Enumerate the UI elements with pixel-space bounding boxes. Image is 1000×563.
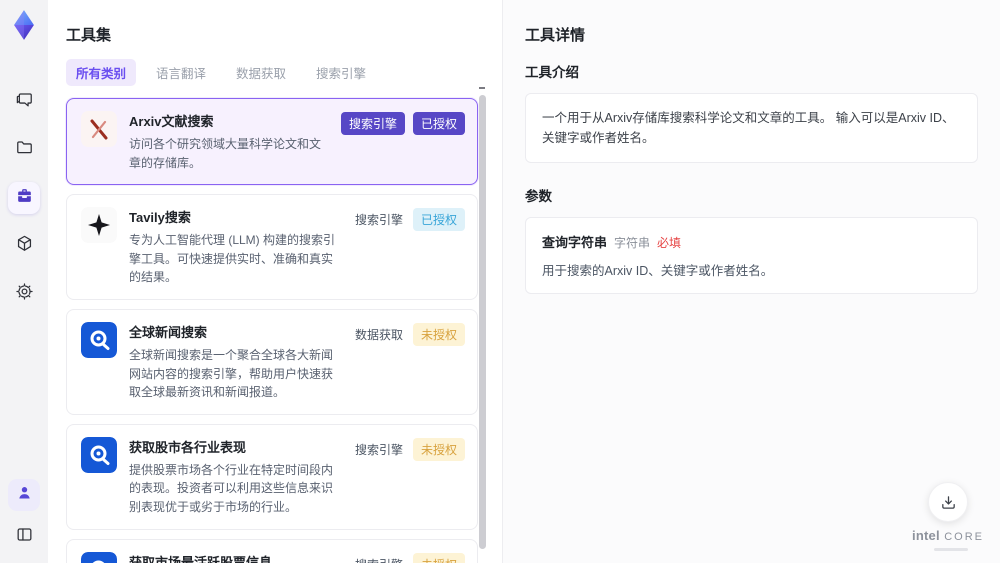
tool-row[interactable]: Tavily搜索 专为人工智能代理 (LLM) 构建的搜索引擎工具。可快速提供实…	[66, 194, 478, 300]
tool-name: 获取股市各行业表现	[129, 439, 247, 455]
category-badge: 搜索引擎	[354, 213, 403, 228]
tool-name: 获取市场最活跃股票信息	[129, 554, 273, 563]
tool-row[interactable]: 全球新闻搜索 全球新闻搜索是一个聚合全球各大新闻网站内容的搜索引擎，帮助用户快速…	[66, 308, 478, 415]
param-type: 字符串	[614, 236, 651, 250]
corner-widgets: intel CORE	[912, 482, 984, 551]
param-required-badge: 必填	[657, 236, 682, 250]
panel-icon	[15, 525, 34, 549]
tool-description: 提供股票市场各个行业在特定时间段内的表现。投资者可以利用这些信息来识别表现优于或…	[129, 462, 334, 514]
sidebar-item-panel-toggle[interactable]	[8, 521, 40, 553]
cube-icon	[15, 234, 34, 258]
tool-list: Arxiv文献搜索 访问各个研究领域大量科学论文和文章的存储库。 搜索引擎 已授…	[66, 98, 478, 563]
person-icon	[15, 483, 34, 507]
gear-icon	[15, 282, 34, 306]
category-tab[interactable]: 搜索引擎	[306, 59, 376, 86]
brand-underline	[934, 548, 969, 551]
param-name: 查询字符串	[542, 235, 608, 250]
tool-row[interactable]: 获取市场最活跃股票信息 提供当天交易量最高的股票列表，投资者可以利用这些信息来识…	[66, 538, 478, 563]
category-badge: 搜索引擎	[340, 112, 405, 135]
page-title: 工具集	[66, 27, 112, 44]
tool-row[interactable]: Arxiv文献搜索 访问各个研究领域大量科学论文和文章的存储库。 搜索引擎 已授…	[66, 98, 478, 186]
sidebar-item-files[interactable]	[8, 134, 40, 166]
sidebar-item-chat[interactable]	[8, 86, 40, 118]
rail-nav	[8, 86, 40, 310]
tool-detail-panel: 工具详情 工具介绍 一个用于从Arxiv存储库搜索科学论文和文章的工具。 输入可…	[502, 0, 1000, 563]
app-logo-icon	[7, 8, 41, 42]
category-tab[interactable]: 语言翻译	[146, 59, 216, 86]
scrollbar[interactable]	[479, 95, 486, 549]
folder-icon	[15, 138, 34, 162]
auth-status-badge: 未授权	[412, 437, 465, 461]
category-badge: 搜索引擎	[353, 553, 405, 563]
param-desc: 用于搜索的Arxiv ID、关键字或作者姓名。	[542, 264, 774, 278]
auth-status-badge: 已授权	[412, 208, 465, 232]
auth-status-badge: 未授权	[412, 552, 465, 563]
category-tabs: 所有类别 语言翻译 数据获取 搜索引擎	[66, 59, 478, 86]
scrollbar-thumb[interactable]	[479, 95, 486, 549]
sidebar-item-packages[interactable]	[8, 230, 40, 262]
tool-description: 全球新闻搜索是一个聚合全球各大新闻网站内容的搜索引擎，帮助用户快速获取全球最新资…	[129, 347, 334, 400]
chat-icon	[15, 90, 34, 114]
brand-intel: intel	[912, 528, 940, 543]
download-icon	[941, 495, 955, 509]
q-search-icon	[81, 321, 117, 358]
download-button[interactable]	[928, 482, 969, 522]
scrollbar-arrow[interactable]	[479, 87, 485, 89]
category-badge: 搜索引擎	[354, 442, 403, 457]
intro-box: 一个用于从Arxiv存储库搜索科学论文和文章的工具。 输入可以是Arxiv ID…	[525, 93, 978, 163]
tool-row[interactable]: 获取股市各行业表现 提供股票市场各个行业在特定时间段内的表现。投资者可以利用这些…	[66, 423, 478, 530]
toolbox-icon	[15, 186, 34, 210]
arxiv-icon	[81, 111, 117, 147]
tool-list-panel: 工具集 所有类别 语言翻译 数据获取 搜索引擎 Arxiv文献搜索 访问各个研究领域大…	[48, 0, 502, 563]
auth-status-badge: 未授权	[412, 322, 465, 346]
tool-name: Tavily搜索	[129, 210, 191, 226]
sidebar-item-profile[interactable]	[8, 479, 40, 511]
sidebar-item-toolbox[interactable]	[8, 182, 40, 214]
sidebar-item-settings[interactable]	[8, 278, 40, 310]
params-heading: 参数	[525, 189, 552, 204]
auth-status-badge: 已授权	[412, 112, 465, 135]
sparkle-icon	[81, 207, 117, 244]
q-search-icon	[81, 436, 117, 473]
param-header: 查询字符串 字符串 必填	[542, 232, 961, 251]
category-badge: 数据获取	[354, 327, 403, 342]
category-tab[interactable]: 所有类别	[66, 59, 137, 86]
param-box: 查询字符串 字符串 必填 用于搜索的Arxiv ID、关键字或作者姓名。	[525, 217, 978, 294]
intel-core-logo: intel CORE	[912, 528, 984, 551]
tool-name: Arxiv文献搜索	[129, 114, 214, 129]
left-rail	[0, 0, 48, 563]
intro-heading: 工具介绍	[525, 65, 579, 80]
intro-text: 一个用于从Arxiv存储库搜索科学论文和文章的工具。 输入可以是Arxiv ID…	[542, 111, 955, 145]
tool-description: 访问各个研究领域大量科学论文和文章的存储库。	[129, 137, 322, 170]
tool-name: 全球新闻搜索	[129, 324, 208, 340]
brand-core: CORE	[944, 531, 984, 543]
tool-description: 专为人工智能代理 (LLM) 构建的搜索引擎工具。可快速提供实时、准确和真实的结…	[129, 233, 336, 285]
category-tab[interactable]: 数据获取	[226, 59, 296, 86]
rail-bottom	[8, 479, 40, 553]
q-search-icon	[81, 551, 117, 563]
detail-title: 工具详情	[525, 27, 586, 44]
